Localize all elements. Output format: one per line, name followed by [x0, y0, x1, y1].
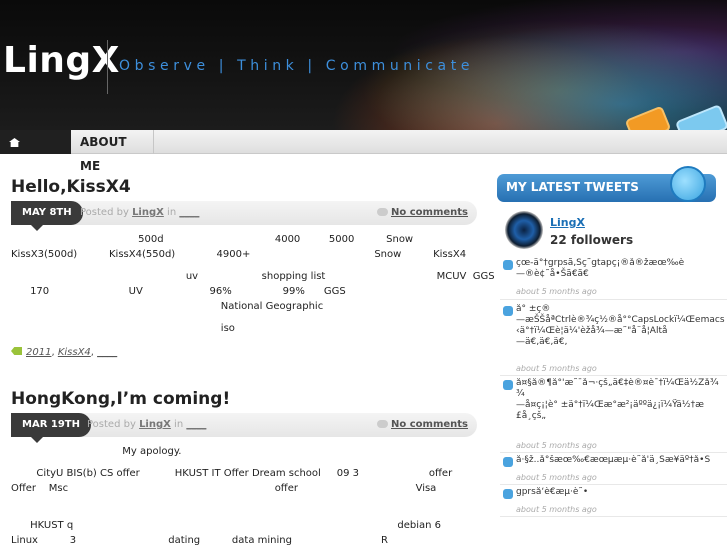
post-body-line: iso: [11, 323, 235, 334]
main-navigation: HOME ABOUT ME: [0, 130, 727, 173]
twitter-icon: [503, 457, 513, 467]
avatar[interactable]: [505, 211, 543, 249]
comments-link[interactable]: No comments: [377, 413, 468, 437]
tweet-text: å·§ž..å°šæœ‰€æœµæµ·è˜å'ä¸Šæ¥äº†å•Š: [516, 455, 711, 465]
nav-home[interactable]: HOME: [0, 130, 71, 173]
post-meta-bar: MAR 19TH Posted by LingX in ____ No comm…: [11, 413, 477, 443]
tweet-time[interactable]: about 5 months ago: [516, 505, 597, 514]
tweet-item: å° ±ç® —æŠŠåªCtrlè®¾ç½®å°°CapsLockï¼Œema…: [500, 304, 727, 376]
tag-link[interactable]: KissX4: [58, 347, 91, 358]
profile-name-link[interactable]: LingX: [550, 216, 585, 229]
twitter-icon: [503, 489, 513, 499]
comments-link[interactable]: No comments: [377, 201, 468, 225]
comment-bubble-icon: [377, 208, 388, 216]
tweet-text: gprså‘è€æµ·è˜•: [516, 487, 589, 497]
date-badge-pointer: [31, 437, 43, 443]
comments-label: No comments: [391, 207, 468, 218]
post-byline: Posted by LingX in ____: [87, 413, 206, 437]
tweet-time[interactable]: about 5 months ago: [516, 473, 597, 482]
nav-about-me[interactable]: ABOUT ME: [71, 130, 154, 173]
tweet-text: å¤§å®¶å°'æ˜¯å¬·çš„ä€‡è®¤è¯†ï¼Œä½Žå¾ ¾ —å…: [516, 378, 719, 421]
twitter-profile: LingX 22 followers: [497, 207, 727, 255]
post-body-line: National Geographic: [11, 301, 324, 312]
category-link[interactable]: ____: [186, 419, 206, 430]
post-title[interactable]: HongKong,I’m coming!: [11, 389, 230, 409]
post-meta-bar: MAY 8TH Posted by LingX in ____ No comme…: [11, 201, 477, 231]
post-byline: Posted by LingX in ____: [80, 201, 199, 225]
followers-count: 22 followers: [550, 233, 634, 247]
in-label: in: [174, 419, 184, 430]
twitter-icon: [503, 260, 513, 270]
tweet-item: çœ-ä°†grpsã‚Šç˜gtapç¡®å®žæœ‰è —®è¢˜å•Šã€…: [500, 258, 727, 300]
nav-home-label: HOME: [9, 159, 50, 173]
post-body-line: 170 UV 96% 99% GGS: [11, 286, 346, 297]
post-body-line: Linux 3 dating data mining R: [11, 535, 388, 546]
twitter-bird-icon: [670, 166, 706, 202]
date-badge-pointer: [31, 225, 43, 231]
post-date-badge: MAR 19TH: [11, 413, 91, 437]
post-body-line: HKUST q debian 6: [11, 520, 442, 531]
in-label: in: [167, 207, 177, 218]
tag-icon: [11, 347, 22, 355]
posted-by-label: Posted by: [80, 207, 129, 218]
tweet-item: å·§ž..å°šæœ‰€æœµæµ·è˜å'ä¸Šæ¥äº†å•Š about…: [500, 455, 727, 485]
post-body-line: 500d 4000 5000 Snow: [11, 234, 414, 245]
post-title[interactable]: Hello,KissX4: [11, 177, 131, 197]
tag-link[interactable]: ____: [97, 347, 117, 358]
comment-bubble-icon: [377, 420, 388, 428]
post-body-line: My apology.: [11, 446, 182, 457]
post-body-line: uv shopping list MCUV GGS: [11, 271, 495, 282]
author-link[interactable]: LingX: [132, 207, 164, 218]
category-link[interactable]: ____: [179, 207, 199, 218]
twitter-icon: [503, 380, 513, 390]
site-logo[interactable]: LingX: [3, 40, 120, 81]
logo-divider: [107, 40, 108, 94]
comments-label: No comments: [391, 419, 468, 430]
post-tags: 2011, KissX4, ____: [11, 347, 117, 358]
home-icon: [9, 138, 20, 147]
tweet-item: gprså‘è€æµ·è˜• about 5 months ago: [500, 487, 727, 517]
post-body-line: CityU BIS(b) CS offer HKUST IT Offer Dre…: [11, 468, 453, 479]
author-link[interactable]: LingX: [139, 419, 171, 430]
tweet-item: å¤§å®¶å°'æ˜¯å¬·çš„ä€‡è®¤è¯†ï¼Œä½Žå¾ ¾ —å…: [500, 378, 727, 453]
tweet-time[interactable]: about 5 months ago: [516, 441, 597, 450]
site-tagline: Observe | Think | Communicate: [119, 58, 475, 74]
posted-by-label: Posted by: [87, 419, 136, 430]
twitter-icon: [503, 306, 513, 316]
tweet-time[interactable]: about 5 months ago: [516, 287, 597, 296]
tweet-time[interactable]: about 5 months ago: [516, 364, 597, 373]
tag-link[interactable]: 2011: [26, 347, 51, 358]
site-header: LingX Observe | Think | Communicate: [0, 0, 727, 130]
tweet-text: çœ-ä°†grpsã‚Šç˜gtapç¡®å®žæœ‰è —®è¢˜å•Šã€…: [516, 258, 685, 279]
tweet-text: å° ±ç® —æŠŠåªCtrlè®¾ç½®å°°CapsLockï¼Œema…: [516, 304, 725, 347]
post-body-line: Offer Msc offer Visa: [11, 483, 437, 494]
post-date-badge: MAY 8TH: [11, 201, 83, 225]
post-body-line: KissX3(500d) KissX4(550d) 4900+ Snow Kis…: [11, 249, 467, 260]
